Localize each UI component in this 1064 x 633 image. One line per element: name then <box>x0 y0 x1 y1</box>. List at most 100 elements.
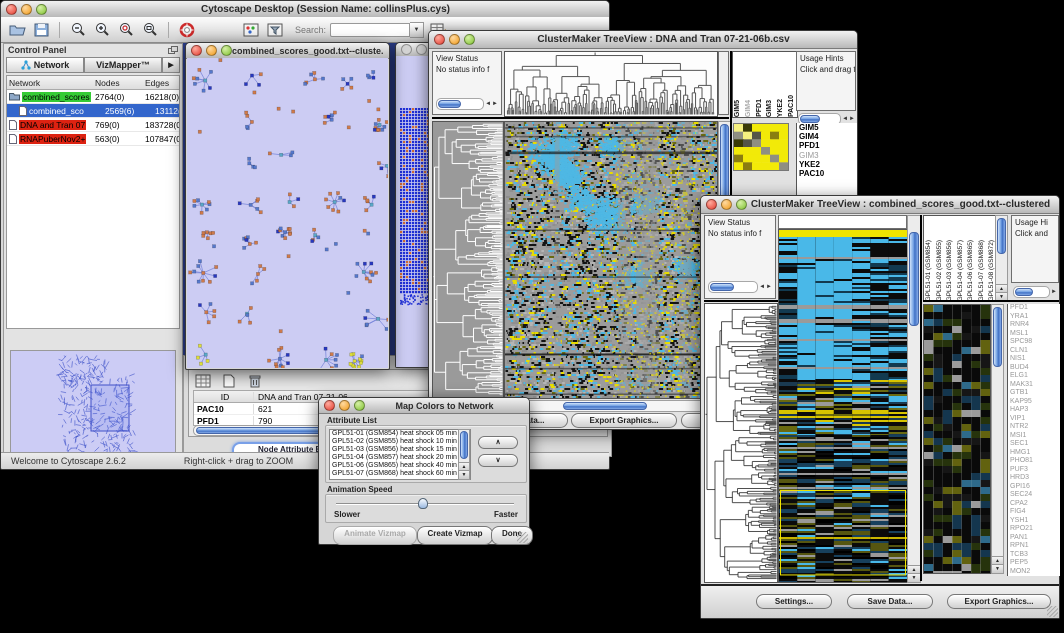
gene-label[interactable]: GIM3 <box>797 151 857 160</box>
gene-label[interactable]: MSL1 <box>1008 330 1060 339</box>
table-row[interactable]: RNAPuberNov2+ 563(0) 107847(0) <box>7 132 179 146</box>
scroll-right-icon[interactable]: ► <box>766 282 772 292</box>
settings-button[interactable]: Settings... <box>756 594 832 609</box>
tab-overflow-button[interactable]: ▶ <box>162 57 180 73</box>
minimize-icon[interactable] <box>449 34 460 45</box>
zoom-selected-button[interactable] <box>116 21 136 39</box>
attribute-list-item[interactable]: GPL51-01 (GSM854) heat shock 05 min <box>330 430 470 438</box>
zoom-icon[interactable] <box>464 34 475 45</box>
delete-attribute-icon[interactable] <box>245 372 265 390</box>
gene-label[interactable]: GIM5 <box>797 123 857 132</box>
gene-label[interactable]: SEC1 <box>1008 440 1060 449</box>
close-icon[interactable] <box>706 199 717 210</box>
gene-label[interactable]: TCB3 <box>1008 551 1060 560</box>
tab-vizmapper[interactable]: VizMapper™ <box>84 57 162 73</box>
network-table-header[interactable]: Network Nodes Edges <box>7 76 179 90</box>
zoom-icon[interactable] <box>221 45 232 56</box>
zoom-fit-button[interactable] <box>140 21 160 39</box>
heatmap-hscrollbar[interactable] <box>504 400 719 412</box>
gene-label[interactable]: RNR4 <box>1008 321 1060 330</box>
export-graphics-button[interactable]: Export Graphics... <box>947 594 1051 609</box>
create-vizmap-button[interactable]: Create Vizmap <box>417 526 493 545</box>
scroll-left-icon[interactable]: ◄ <box>485 99 491 109</box>
heatmap-canvas[interactable] <box>778 229 908 583</box>
minimize-icon[interactable] <box>206 45 217 56</box>
vizmapper-icon-button[interactable] <box>241 21 261 39</box>
save-session-button[interactable] <box>31 21 51 39</box>
gene-label[interactable]: HMG1 <box>1008 449 1060 458</box>
table-row[interactable]: combined_scores 2764(0) 16218(0) <box>7 90 179 104</box>
close-icon[interactable] <box>434 34 445 45</box>
move-down-button[interactable]: ∨ <box>478 454 518 467</box>
gene-label[interactable]: SEC24 <box>1008 491 1060 500</box>
gene-label[interactable]: PHO81 <box>1008 457 1060 466</box>
attribute-list-item[interactable]: GPL51-03 (GSM856) heat shock 15 min <box>330 446 470 454</box>
gene-label[interactable]: GIM4 <box>797 132 857 141</box>
gene-label[interactable]: PAN1 <box>1008 534 1060 543</box>
usage-hints-hscrollbar[interactable] <box>1013 286 1050 298</box>
gene-label[interactable]: GTB1 <box>1008 389 1060 398</box>
dialog-titlebar[interactable]: Map Colors to Network <box>319 398 529 414</box>
gene-label[interactable]: NTR2 <box>1008 423 1060 432</box>
attribute-select-icon[interactable] <box>193 372 213 390</box>
gene-label[interactable]: HAP3 <box>1008 406 1060 415</box>
network-view-canvas[interactable] <box>187 58 388 368</box>
gene-label[interactable]: PEP5 <box>1008 559 1060 568</box>
gene-label[interactable]: RPO21 <box>1008 525 1060 534</box>
attribute-list-item[interactable]: GPL51-06 (GSM865) heat shock 40 min <box>330 462 470 470</box>
tab-network[interactable]: Network <box>6 57 84 73</box>
heatmap-canvas[interactable] <box>504 121 718 399</box>
scroll-left-icon[interactable]: ◄ <box>759 282 765 292</box>
resize-grip[interactable] <box>517 532 528 543</box>
animate-vizmap-button[interactable]: Animate Vizmap <box>333 526 417 545</box>
close-icon[interactable] <box>6 4 17 15</box>
table-row[interactable]: DNA and Tran 07 769(0) 183728(0) <box>7 118 179 132</box>
search-dropdown-arrow[interactable]: ▼ <box>410 22 424 38</box>
treeview1-titlebar[interactable]: ClusterMaker TreeView : DNA and Tran 07-… <box>429 31 857 49</box>
gene-label[interactable]: FIG4 <box>1008 508 1060 517</box>
view-status-hscrollbar[interactable] <box>436 98 484 110</box>
minimize-icon[interactable] <box>416 44 427 55</box>
zoom-in-button[interactable] <box>92 21 112 39</box>
scroll-right-icon[interactable]: ► <box>1051 287 1057 297</box>
filter-icon-button[interactable] <box>265 21 285 39</box>
gene-label[interactable]: VIP1 <box>1008 415 1060 424</box>
zoom-icon[interactable] <box>354 400 365 411</box>
gene-label[interactable]: BUD4 <box>1008 364 1060 373</box>
float-panel-icon[interactable] <box>168 46 178 54</box>
search-field[interactable] <box>330 23 410 37</box>
zoom-out-button[interactable] <box>68 21 88 39</box>
secondary-heatmap-canvas[interactable] <box>923 304 991 574</box>
close-icon[interactable] <box>324 400 335 411</box>
scroll-right-icon[interactable]: ► <box>492 99 498 109</box>
attribute-list-vscrollbar[interactable]: ▲ ▼ <box>458 429 470 480</box>
close-icon[interactable] <box>191 45 202 56</box>
gene-label[interactable]: GPI16 <box>1008 483 1060 492</box>
minimize-icon[interactable] <box>721 199 732 210</box>
attribute-list-item[interactable]: GPL51-07 (GSM868) heat shock 60 min <box>330 470 470 478</box>
speed-slider-thumb[interactable] <box>418 498 428 509</box>
gene-label[interactable]: PAC10 <box>797 169 857 178</box>
gene-label[interactable]: RPN1 <box>1008 542 1060 551</box>
gene-label[interactable]: KAP95 <box>1008 398 1060 407</box>
secondary-heatmap-vscrollbar[interactable]: ▲ ▼ <box>991 304 1004 574</box>
gene-label[interactable]: SPC98 <box>1008 338 1060 347</box>
minimize-icon[interactable] <box>21 4 32 15</box>
main-titlebar[interactable]: Cytoscape Desktop (Session Name: collins… <box>1 1 609 18</box>
column-dendrogram-canvas[interactable] <box>504 51 718 117</box>
view-status-hscrollbar[interactable] <box>708 281 758 293</box>
column-labels-vscrollbar[interactable]: ▲ ▼ <box>995 215 1008 302</box>
resize-grip[interactable] <box>1047 606 1058 617</box>
row-dendrogram-canvas[interactable] <box>704 303 778 583</box>
heatmap-vscrollbar[interactable]: ▲ ▼ <box>907 215 921 583</box>
gene-label[interactable]: YKE2 <box>797 160 857 169</box>
export-graphics-button[interactable]: Export Graphics... <box>571 413 677 428</box>
open-session-button[interactable] <box>7 21 27 39</box>
gene-label[interactable]: CPA2 <box>1008 500 1060 509</box>
treeview2-titlebar[interactable]: ClusterMaker TreeView : combined_scores_… <box>701 196 1059 214</box>
attribute-list[interactable]: GPL51-01 (GSM854) heat shock 05 min GPL51… <box>329 429 471 480</box>
search-input[interactable]: ▼ <box>330 22 424 38</box>
mini-correlation-matrix-canvas[interactable] <box>733 123 789 171</box>
network-overview-canvas[interactable] <box>10 350 176 454</box>
gene-label[interactable]: NIS1 <box>1008 355 1060 364</box>
